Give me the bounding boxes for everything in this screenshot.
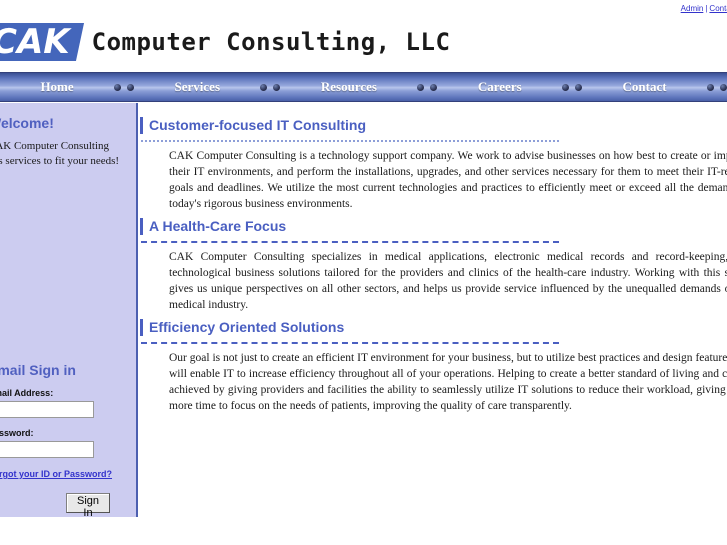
dot-icon [417, 83, 425, 91]
dot-icon [260, 83, 268, 91]
content-section-efficiency: Efficiency Oriented Solutions Our goal i… [140, 319, 727, 414]
dot-icon [575, 83, 583, 91]
nav-separator-dots [114, 83, 135, 91]
section-divider [141, 342, 559, 344]
contact-us-link[interactable]: Contact Us [709, 4, 727, 13]
nav-item-resources[interactable]: Resources [321, 79, 377, 95]
site-logo[interactable]: CAK Computer Consulting, LLC [0, 22, 450, 62]
nav-item-contact[interactable]: Contact [623, 79, 667, 95]
logo-company-name: Computer Consulting, LLC [91, 28, 451, 56]
sidebar-welcome-text: CAK Computer Consulting has services to … [0, 140, 120, 167]
section-heading: Efficiency Oriented Solutions [140, 319, 727, 336]
email-label: Email Address: [0, 388, 54, 398]
admin-link[interactable]: Admin [681, 4, 704, 13]
section-heading: Customer-focused IT Consulting [140, 117, 727, 134]
nav-separator-dots [417, 83, 438, 91]
logo-badge: CAK [0, 22, 84, 62]
nav-separator-dots [260, 83, 281, 91]
dot-icon [127, 83, 135, 91]
section-divider [141, 241, 559, 243]
nav-separator-dots [562, 83, 583, 91]
section-body: Our goal is not just to create an effici… [169, 352, 727, 412]
logo-badge-text: CAK [0, 22, 70, 62]
password-label: Password: [0, 428, 34, 438]
signin-form: Email Sign in Email Address: Password: F… [0, 358, 133, 517]
section-body: CAK Computer Consulting specializes in m… [169, 251, 727, 311]
dot-icon [430, 83, 438, 91]
content-section-consulting: Customer-focused IT Consulting CAK Compu… [140, 117, 727, 212]
dot-icon [114, 83, 122, 91]
dot-icon [707, 83, 715, 91]
nav-item-services[interactable]: Services [175, 79, 220, 95]
forgot-password-link[interactable]: Forgot your ID or Password? [0, 469, 133, 479]
nav-item-careers[interactable]: Careers [478, 79, 522, 95]
section-heading: A Health-Care Focus [140, 218, 727, 235]
nav-item-home[interactable]: Home [40, 79, 73, 95]
signin-heading: Email Sign in [0, 362, 76, 378]
email-input[interactable] [0, 401, 94, 418]
main-navigation[interactable]: Home Services Resources Careers Contact [0, 72, 727, 102]
left-sidebar: Welcome! CAK Computer Consulting has ser… [0, 103, 138, 517]
section-body: CAK Computer Consulting is a technology … [169, 150, 727, 210]
dot-icon [562, 83, 570, 91]
sign-in-button[interactable]: Sign In [66, 493, 110, 517]
dot-icon [720, 83, 727, 91]
nav-separator-dots [707, 83, 727, 91]
sidebar-welcome-heading: Welcome! [0, 115, 54, 131]
password-input[interactable] [0, 441, 94, 458]
main-content: Customer-focused IT Consulting CAK Compu… [140, 103, 727, 545]
dot-icon [273, 83, 281, 91]
content-section-healthcare: A Health-Care Focus CAK Computer Consult… [140, 218, 727, 313]
site-header: Admin|Contact Us CAK Computer Consulting… [0, 0, 727, 72]
section-divider [141, 140, 559, 142]
